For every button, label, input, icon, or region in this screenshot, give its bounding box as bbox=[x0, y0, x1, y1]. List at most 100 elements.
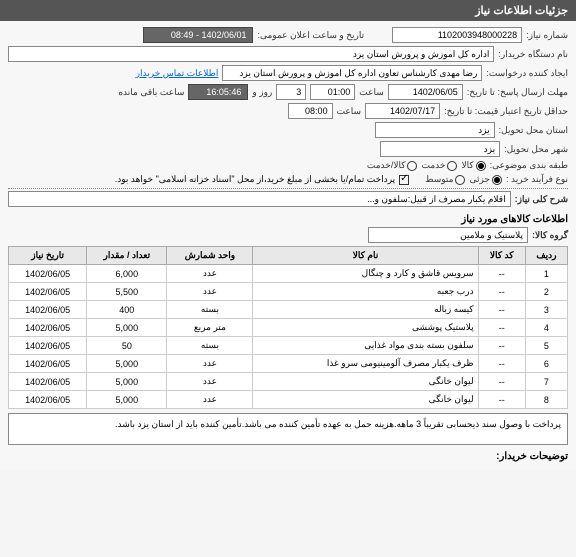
deadline-date: 1402/06/05 bbox=[388, 84, 463, 100]
th-date: تاریخ نیاز bbox=[9, 247, 87, 265]
cell-qty: 5,000 bbox=[87, 319, 167, 337]
cell-unit: عدد bbox=[167, 373, 253, 391]
need-desc-label: شرح کلی نیاز: bbox=[515, 194, 568, 205]
cell-date: 1402/06/05 bbox=[9, 391, 87, 409]
radio-partial[interactable] bbox=[492, 175, 502, 185]
validity-time-label: ساعت bbox=[337, 106, 362, 117]
cell-code: -- bbox=[478, 337, 525, 355]
th-qty: تعداد / مقدار bbox=[87, 247, 167, 265]
cell-qty: 400 bbox=[87, 301, 167, 319]
cat-service: خدمت bbox=[421, 160, 445, 171]
cell-unit: بسته bbox=[167, 301, 253, 319]
pt-medium: متوسط bbox=[425, 174, 453, 185]
cell-row: 2 bbox=[525, 283, 567, 301]
supplier-note: پرداخت با وصول سند ذیحسابی تقریباً 3 ماه… bbox=[8, 413, 568, 445]
cell-unit: عدد bbox=[167, 391, 253, 409]
group-value: پلاستیک و ملامین bbox=[368, 227, 528, 243]
table-row: 8--لیوان خانگیعدد5,0001402/06/05 bbox=[9, 391, 568, 409]
cell-name: لیوان خانگی bbox=[253, 391, 478, 409]
cell-name: درب جعبه bbox=[253, 283, 478, 301]
cell-row: 6 bbox=[525, 355, 567, 373]
cell-date: 1402/06/05 bbox=[9, 373, 87, 391]
buyer-value: اداره کل اموزش و پرورش استان یزد bbox=[8, 46, 494, 62]
radio-goods-service[interactable] bbox=[407, 161, 417, 171]
cell-qty: 6,000 bbox=[87, 265, 167, 283]
cell-qty: 50 bbox=[87, 337, 167, 355]
cell-code: -- bbox=[478, 283, 525, 301]
cell-code: -- bbox=[478, 301, 525, 319]
contact-link[interactable]: اطلاعات تماس خریدار bbox=[136, 68, 219, 79]
deadline-time: 01:00 bbox=[310, 84, 355, 100]
province-label: استان محل تحویل: bbox=[499, 125, 568, 136]
deadline-label: مهلت ارسال پاسخ: تا تاریخ: bbox=[467, 87, 568, 98]
pt-partial: جزئی bbox=[469, 174, 490, 185]
cell-name: سرویس قاشق و کارد و چنگال bbox=[253, 265, 478, 283]
th-name: نام کالا bbox=[253, 247, 478, 265]
validity-date: 1402/07/17 bbox=[365, 103, 440, 119]
cell-name: کیسه زباله bbox=[253, 301, 478, 319]
announce-label: تاریخ و ساعت اعلان عمومی: bbox=[257, 30, 364, 41]
cell-code: -- bbox=[478, 355, 525, 373]
cell-qty: 5,000 bbox=[87, 391, 167, 409]
announce-value: 1402/06/01 - 08:49 bbox=[143, 27, 253, 43]
cat-goods-service: کالا/خدمت bbox=[367, 160, 406, 171]
remaining-label: ساعت باقی مانده bbox=[118, 87, 184, 98]
need-number-value: 1102003948000228 bbox=[392, 27, 522, 43]
radio-medium[interactable] bbox=[455, 175, 465, 185]
table-row: 1--سرویس قاشق و کارد و چنگالعدد6,0001402… bbox=[9, 265, 568, 283]
cell-unit: متر مربع bbox=[167, 319, 253, 337]
requester-value: رضا مهدی کارشناس تعاون اداره کل اموزش و … bbox=[222, 65, 482, 81]
validity-time: 08:00 bbox=[288, 103, 333, 119]
payment-note: پرداخت تمام/یا بخشی از مبلغ خرید،از محل … bbox=[115, 174, 395, 185]
cell-qty: 5,500 bbox=[87, 283, 167, 301]
purchase-type-label: نوع فرآیند خرید : bbox=[506, 174, 568, 185]
city-value: یزد bbox=[380, 141, 500, 157]
cell-name: سلفون بسته بندی مواد غذایی bbox=[253, 337, 478, 355]
group-label: گروه کالا: bbox=[532, 230, 568, 241]
validity-label: حداقل تاریخ اعتبار قیمت: تا تاریخ: bbox=[444, 106, 568, 117]
cell-code: -- bbox=[478, 373, 525, 391]
need-number-label: شماره نیاز: bbox=[526, 30, 568, 41]
cell-unit: بسته bbox=[167, 337, 253, 355]
cell-name: پلاستیک پوششی bbox=[253, 319, 478, 337]
th-unit: واحد شمارش bbox=[167, 247, 253, 265]
cell-code: -- bbox=[478, 391, 525, 409]
cell-row: 1 bbox=[525, 265, 567, 283]
cell-row: 7 bbox=[525, 373, 567, 391]
cell-code: -- bbox=[478, 265, 525, 283]
cell-unit: عدد bbox=[167, 355, 253, 373]
cell-date: 1402/06/05 bbox=[9, 355, 87, 373]
cell-qty: 5,000 bbox=[87, 355, 167, 373]
need-desc-value: اقلام یکبار مصرف از قبیل:سلفون و... bbox=[8, 191, 511, 207]
days-value: 3 bbox=[276, 84, 306, 100]
cell-date: 1402/06/05 bbox=[9, 319, 87, 337]
cell-name: لیوان خانگی bbox=[253, 373, 478, 391]
th-row: ردیف bbox=[525, 247, 567, 265]
city-label: شهر محل تحویل: bbox=[504, 144, 568, 155]
cell-row: 4 bbox=[525, 319, 567, 337]
province-value: یزد bbox=[375, 122, 495, 138]
cell-date: 1402/06/05 bbox=[9, 301, 87, 319]
cell-unit: عدد bbox=[167, 265, 253, 283]
radio-service[interactable] bbox=[447, 161, 457, 171]
cell-unit: عدد bbox=[167, 283, 253, 301]
table-row: 4--پلاستیک پوششیمتر مربع5,0001402/06/05 bbox=[9, 319, 568, 337]
cell-code: -- bbox=[478, 319, 525, 337]
table-row: 6--ظرف یکبار مصرف آلومینیومی سرو غذاعدد5… bbox=[9, 355, 568, 373]
cell-date: 1402/06/05 bbox=[9, 337, 87, 355]
cell-row: 8 bbox=[525, 391, 567, 409]
page-header: جزئیات اطلاعات نیاز bbox=[0, 0, 576, 21]
table-row: 3--کیسه زبالهبسته4001402/06/05 bbox=[9, 301, 568, 319]
checkbox-payment[interactable] bbox=[399, 175, 409, 185]
supplier-desc-label: توضیحات خریدار: bbox=[8, 445, 568, 464]
cell-name: ظرف یکبار مصرف آلومینیومی سرو غذا bbox=[253, 355, 478, 373]
deadline-time-label: ساعت bbox=[359, 87, 384, 98]
table-row: 2--درب جعبهعدد5,5001402/06/05 bbox=[9, 283, 568, 301]
radio-goods[interactable] bbox=[476, 161, 486, 171]
cell-row: 3 bbox=[525, 301, 567, 319]
buyer-label: نام دستگاه خریدار: bbox=[498, 49, 568, 60]
goods-section-title: اطلاعات کالاهای مورد نیاز bbox=[8, 210, 568, 227]
cell-qty: 5,000 bbox=[87, 373, 167, 391]
cell-row: 5 bbox=[525, 337, 567, 355]
th-code: کد کالا bbox=[478, 247, 525, 265]
